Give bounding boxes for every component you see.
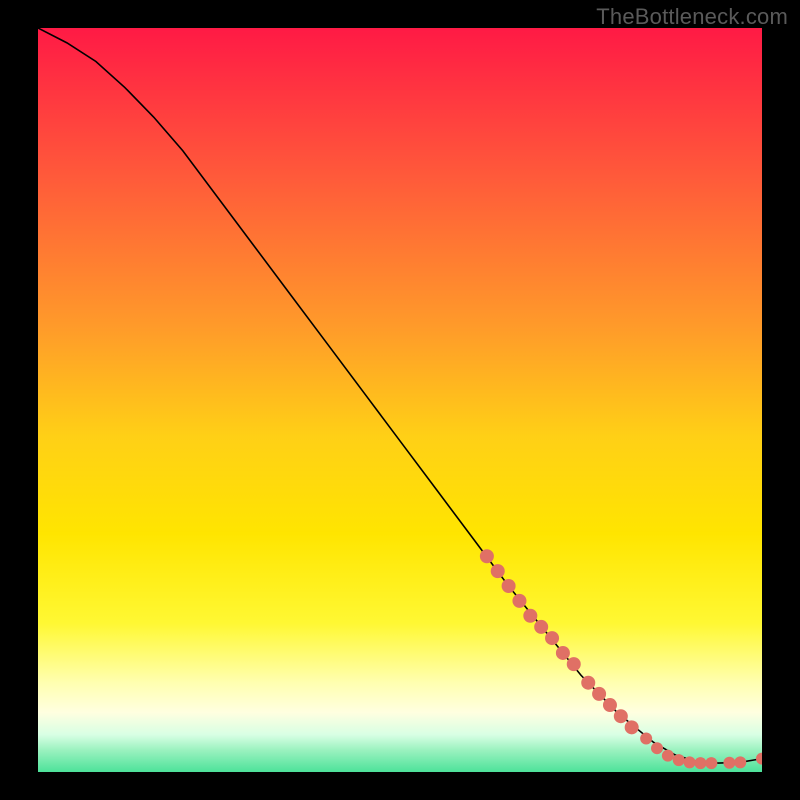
data-point: [723, 757, 735, 769]
data-point: [614, 709, 628, 723]
data-point: [625, 720, 639, 734]
data-point: [640, 733, 652, 745]
data-point: [662, 750, 674, 762]
chart-svg: [38, 28, 762, 772]
watermark-text: TheBottleneck.com: [596, 4, 788, 30]
data-point: [480, 549, 494, 563]
data-point: [534, 620, 548, 634]
data-point: [523, 609, 537, 623]
data-point: [694, 757, 706, 769]
data-point: [581, 676, 595, 690]
data-point: [684, 756, 696, 768]
data-point: [705, 757, 717, 769]
data-point: [502, 579, 516, 593]
data-point: [545, 631, 559, 645]
chart-background: [38, 28, 762, 772]
data-point: [734, 756, 746, 768]
data-point: [592, 687, 606, 701]
chart-frame: TheBottleneck.com: [0, 0, 800, 800]
data-point: [673, 754, 685, 766]
data-point: [603, 698, 617, 712]
data-point: [567, 657, 581, 671]
data-point: [491, 564, 505, 578]
plot-area: [38, 28, 762, 772]
data-point: [651, 742, 663, 754]
data-point: [512, 594, 526, 608]
data-point: [556, 646, 570, 660]
